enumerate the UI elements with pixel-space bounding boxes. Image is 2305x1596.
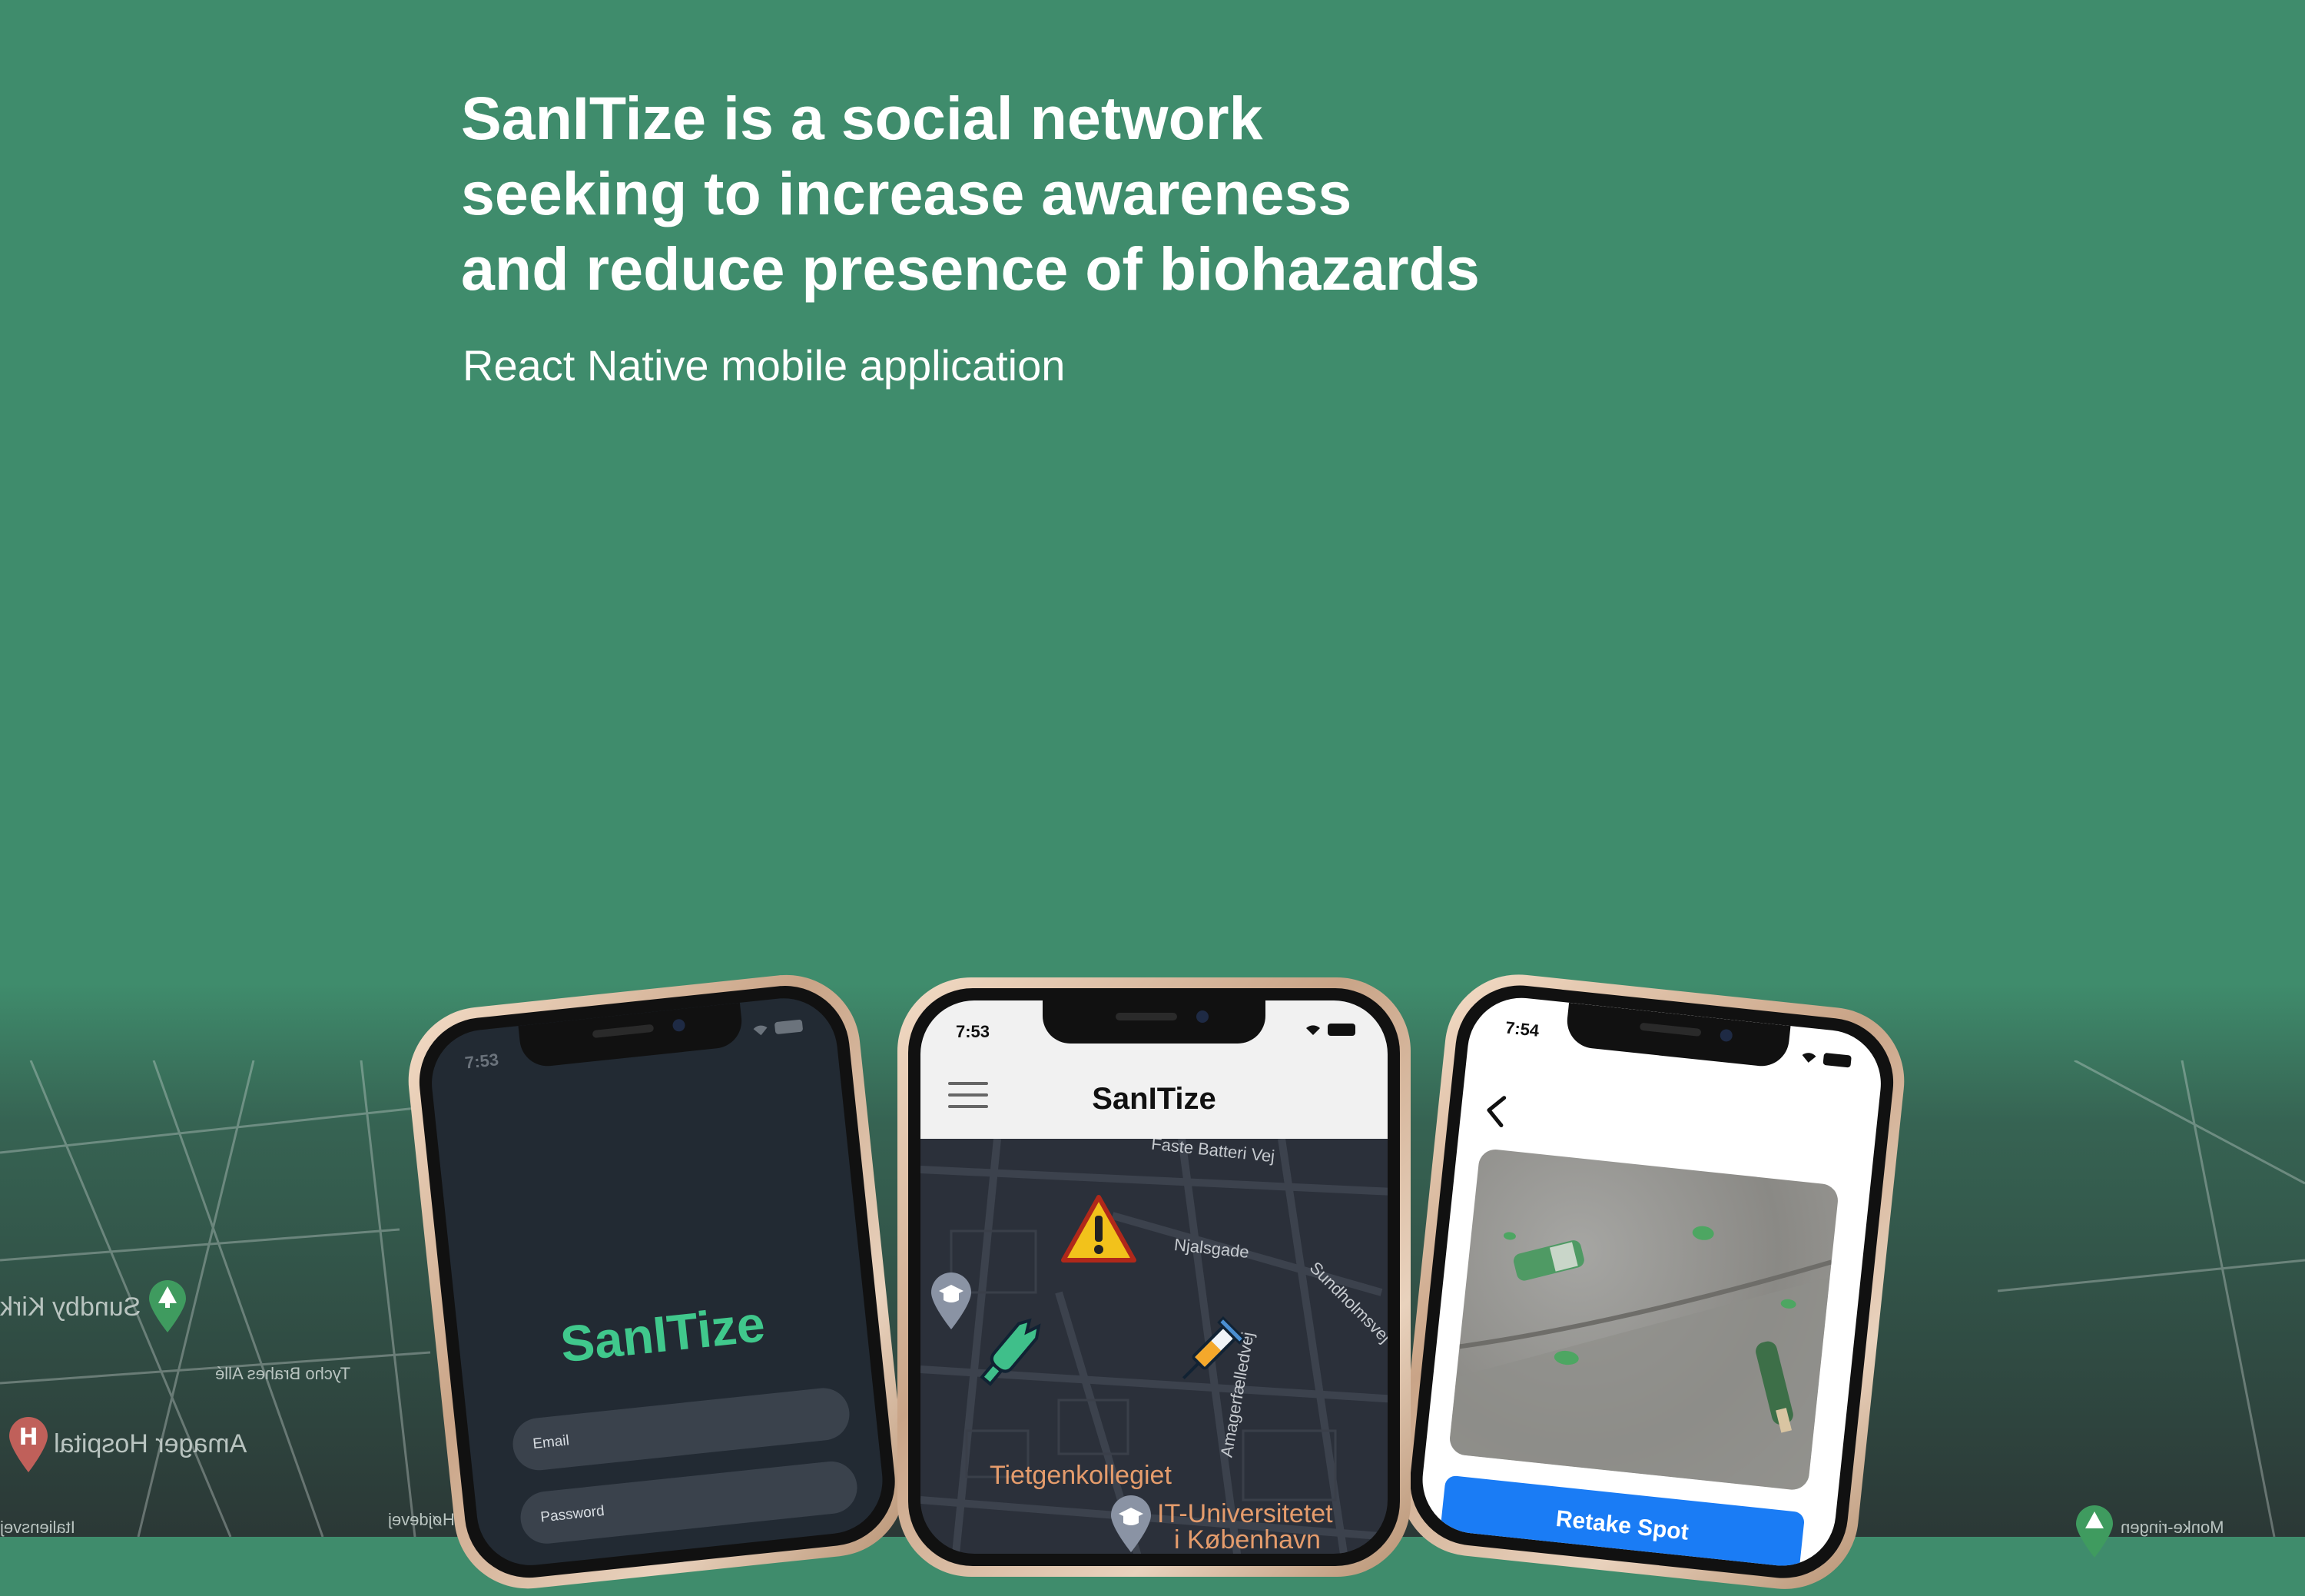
status-icons [1800,1050,1852,1068]
park-pin-icon [149,1280,186,1332]
login-screen: 7:53 SanITize [426,993,888,1571]
headline-line: seeking to increase awareness [461,159,1352,227]
university-pin-icon[interactable] [1108,1492,1154,1554]
battery-icon [1328,1024,1355,1036]
poi-label: IT-Universitetet [1157,1499,1333,1528]
warning-marker-icon[interactable] [1060,1194,1137,1263]
phone-notch [518,1002,745,1069]
map-screen: 7:53 SanITize Faste Batteri Vej Njalsgad… [920,1000,1388,1554]
phone-login-mockup: 7:53 SanITize [401,967,914,1596]
poi-label: i København [1174,1525,1321,1554]
map-label-tycho-brahes-alle: Tycho Brahes Allé [215,1364,351,1383]
hero-subtitle: React Native mobile application [463,341,1066,390]
phone-notch [1043,1000,1265,1044]
retake-spot-button[interactable]: Retake Spot [1439,1475,1806,1571]
hospital-pin-icon: H [9,1417,48,1472]
headline-line: SanITize is a social network [461,84,1263,152]
login-app-title: SanITize [557,1294,768,1373]
park-pin-icon [2076,1505,2113,1558]
map-label-amager-hospital: Amager Hospital [54,1429,247,1458]
phone-map-mockup: 7:53 SanITize Faste Batteri Vej Njalsgad… [897,977,1411,1577]
svg-text:H: H [18,1424,38,1451]
wifi-icon [1306,1025,1320,1035]
poi-label: Tietgenkollegiet [990,1461,1172,1490]
phone-bezel: 7:54 Retake Spot [1404,979,1900,1584]
hero-headline: SanITize is a social network seeking to … [461,81,1480,307]
password-field[interactable] [518,1458,860,1547]
headline-line: and reduce presence of biohazards [461,234,1480,303]
spot-photo [1448,1147,1840,1491]
phone-bezel: 7:53 SanITize [413,979,901,1584]
wifi-icon [753,1025,768,1036]
status-time: 7:53 [956,1022,990,1041]
map-view[interactable]: Faste Batteri Vej Njalsgade Sundholmsvej… [920,1134,1388,1554]
status-time: 7:53 [463,1050,500,1073]
email-field[interactable] [510,1385,852,1473]
litter-photo-image [1448,1226,1832,1491]
status-time: 7:54 [1504,1017,1541,1040]
wifi-icon [1802,1053,1816,1063]
map-label-italiensvej: Italiensvej [0,1518,75,1537]
map-app-title: SanITize [1092,1082,1216,1116]
university-pin-icon[interactable] [928,1269,974,1331]
status-icons [1305,1024,1355,1036]
syringe-marker-icon[interactable] [1168,1309,1252,1394]
map-label-hojdevej: Højdevej [388,1510,455,1529]
back-chevron-icon[interactable] [1479,1091,1511,1131]
status-icons [751,1019,804,1037]
map-label-sundby-kirk: Sundby Kirk [0,1292,141,1322]
battery-icon [774,1019,804,1035]
map-label-monke-ringen: Monke-ringen [2121,1518,2224,1537]
photo-screen: 7:54 Retake Spot [1417,992,1886,1571]
phone-photo-mockup: 7:54 Retake Spot [1391,967,1912,1596]
phone-bezel: 7:53 SanITize [908,988,1400,1566]
phone-notch [1564,1002,1791,1069]
broken-bottle-marker-icon[interactable] [968,1309,1053,1394]
battery-icon [1822,1052,1852,1068]
